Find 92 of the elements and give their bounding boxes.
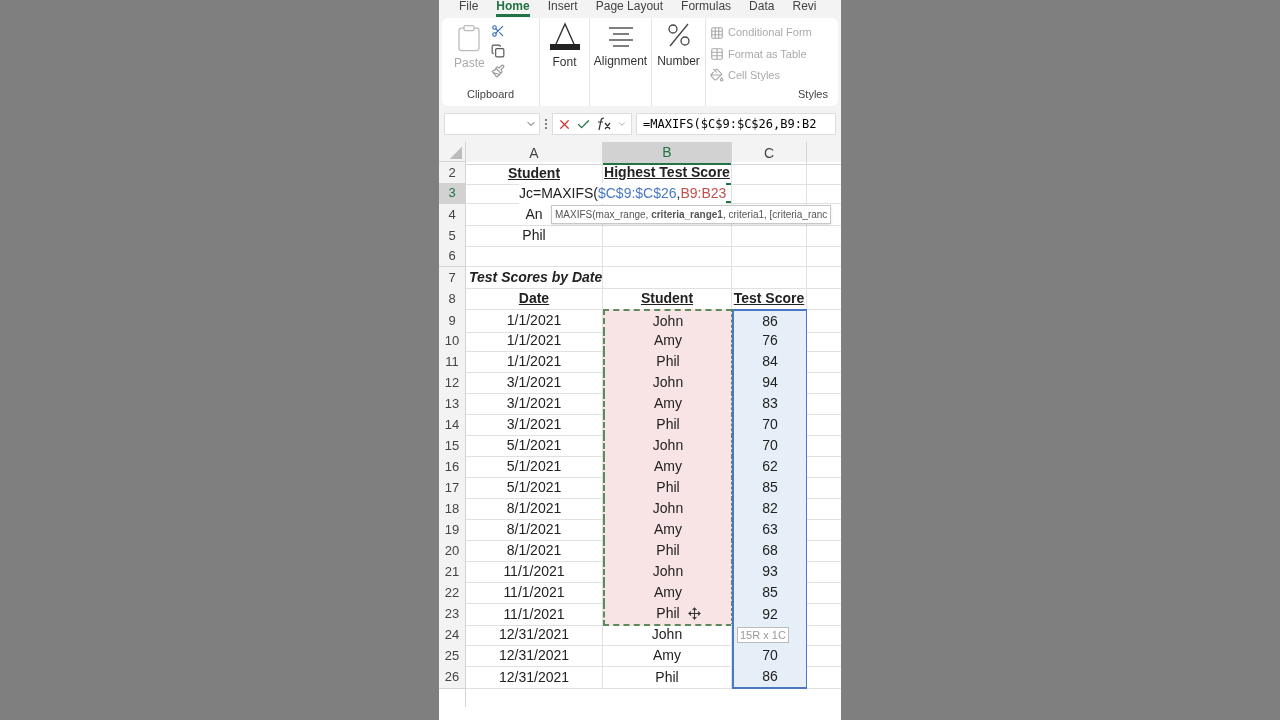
ribbon-tab[interactable]: Data <box>749 0 775 14</box>
percent-icon <box>665 22 692 48</box>
table-cell: Phil <box>603 603 732 626</box>
table-cell: Test Scores by Date <box>466 267 603 289</box>
row-number[interactable]: 9 <box>439 309 466 333</box>
row-number[interactable]: 26 <box>439 666 466 689</box>
row-number[interactable]: 6 <box>439 246 466 267</box>
row-number[interactable]: 18 <box>439 498 466 520</box>
table-cell: 12/31/2021 <box>466 645 603 667</box>
row-number[interactable]: 19 <box>439 519 466 541</box>
table-cell: John <box>603 498 732 520</box>
formula-input[interactable]: =MAXIFS($C$9:$C$26,B9:B2 <box>636 113 836 135</box>
table-cell: Amy <box>603 582 732 604</box>
table-cell: 68 <box>732 540 807 562</box>
table-cell: Phil <box>466 225 603 247</box>
column-header[interactable]: B <box>603 142 732 165</box>
formula-edit-text[interactable]: Jc=MAXIFS($C$9:$C$26,B9:B23 <box>519 183 727 204</box>
align-center-icon <box>606 26 635 48</box>
table-cell: 93 <box>732 561 807 583</box>
row-number[interactable]: 17 <box>439 477 466 499</box>
row-number[interactable]: 2 <box>439 162 466 185</box>
table-cell: 94 <box>732 372 807 394</box>
table-cell: John <box>603 561 732 583</box>
group-label: Styles <box>798 86 829 102</box>
table-cell: John <box>603 372 732 394</box>
table-cell: 86 <box>732 309 807 333</box>
table-cell: Phil <box>603 351 732 373</box>
row-number[interactable]: 21 <box>439 561 466 583</box>
row-number[interactable]: 23 <box>439 603 466 626</box>
font-button[interactable]: Font <box>540 18 590 106</box>
table-cell: John <box>603 309 732 333</box>
ribbon-tab[interactable]: Page Layout <box>595 0 664 14</box>
ribbon-tab[interactable]: Revi <box>792 0 817 14</box>
row-number[interactable]: 4 <box>439 204 466 226</box>
row-number[interactable]: 20 <box>439 540 466 562</box>
copy-icon[interactable] <box>490 44 505 58</box>
table-cell: Phil <box>603 540 732 562</box>
cut-icon[interactable] <box>490 24 505 38</box>
table-cell: 70 <box>732 414 807 436</box>
table-cell: 70 <box>732 645 807 667</box>
table-cell: Amy <box>603 393 732 415</box>
row-number[interactable]: 3 <box>439 183 466 204</box>
row-number[interactable]: 8 <box>439 288 466 310</box>
style-icon <box>710 46 724 61</box>
row-number[interactable]: 7 <box>439 267 466 289</box>
row-number[interactable]: 5 <box>439 225 466 247</box>
table-cell: 70 <box>732 435 807 457</box>
table-cell: John <box>603 435 732 457</box>
table-cell: Amy <box>603 330 732 352</box>
more-icon <box>544 118 548 130</box>
row-number[interactable]: 11 <box>439 351 466 373</box>
table-cell: 12/31/2021 <box>466 624 603 646</box>
function-icon[interactable] <box>595 117 613 131</box>
table-cell: 92 <box>732 603 807 626</box>
table-cell: 85 <box>732 582 807 604</box>
group-label: Clipboard <box>465 86 516 102</box>
row-number[interactable]: 14 <box>439 414 466 436</box>
table-cell: Amy <box>603 456 732 478</box>
style-icon <box>710 25 724 40</box>
row-number[interactable]: 22 <box>439 582 466 604</box>
alignment-button[interactable]: Alignment <box>590 18 652 106</box>
table-cell: 84 <box>732 351 807 373</box>
row-number[interactable]: 12 <box>439 372 466 394</box>
range-size-tag: 15R x 1C <box>737 626 789 643</box>
table-cell: Phil <box>603 477 732 499</box>
row-number[interactable]: 10 <box>439 330 466 352</box>
row-number[interactable]: 24 <box>439 624 466 646</box>
dropdown-icon <box>617 119 627 129</box>
format-painter-icon[interactable] <box>490 64 505 78</box>
row-number[interactable]: 16 <box>439 456 466 478</box>
table-cell: Amy <box>603 519 732 541</box>
table-cell: 76 <box>732 330 807 352</box>
ribbon-tab[interactable]: Formulas <box>681 0 732 14</box>
row-number[interactable]: 13 <box>439 393 466 415</box>
font-color-icon <box>549 22 580 50</box>
column-header[interactable]: C <box>732 142 807 165</box>
style-icon <box>710 67 724 82</box>
function-tooltip: MAXIFS(max_range, criteria_range1, criteria1, [criteria_ranc <box>551 205 832 224</box>
table-cell: Date <box>466 288 603 310</box>
ribbon-tab[interactable]: Insert <box>547 0 578 14</box>
number-button[interactable]: Number <box>652 18 706 106</box>
table-cell: 86 <box>732 666 807 689</box>
ribbon-tab[interactable]: File <box>459 0 479 14</box>
table-cell: 12/31/2021 <box>466 666 603 689</box>
row-number[interactable]: 15 <box>439 435 466 457</box>
row-number[interactable]: 25 <box>439 645 466 667</box>
table-cell: 85 <box>732 477 807 499</box>
table-cell: 83 <box>732 393 807 415</box>
table-cell: 82 <box>732 498 807 520</box>
table-cell: Phil <box>603 414 732 436</box>
table-cell: 63 <box>732 519 807 541</box>
table-cell: 62 <box>732 456 807 478</box>
